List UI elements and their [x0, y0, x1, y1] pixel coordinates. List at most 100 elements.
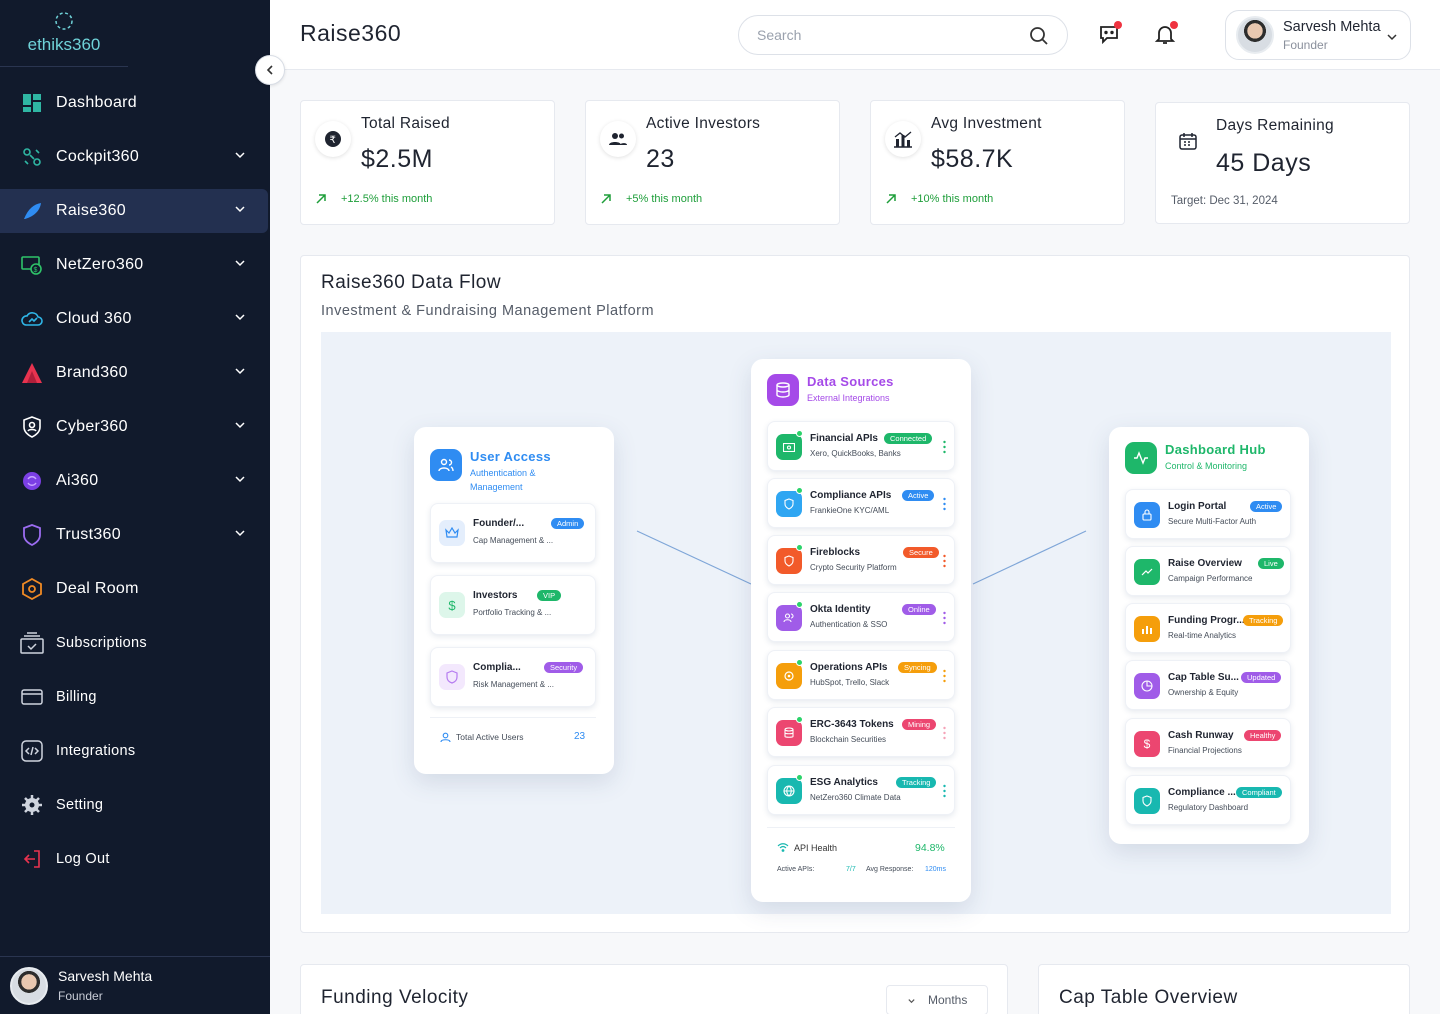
section-title: Funding Velocity — [321, 987, 469, 1008]
stat-card-active-investors: Active Investors 23 +5% this month — [585, 100, 840, 225]
item-subtitle: Blockchain Securities — [810, 735, 887, 744]
sidebar-item-label: Cockpit360 — [56, 148, 140, 165]
active-apis-label: Active APIs: — [777, 866, 815, 873]
list-item[interactable]: ESG Analytics Tracking NetZero360 Climat… — [767, 765, 955, 815]
notifications-button[interactable] — [1153, 21, 1178, 46]
user-access-card: User Access Authentication & Management F… — [414, 427, 614, 774]
avg-response-value: 120ms — [925, 866, 947, 873]
item-title: Financial APIs — [810, 433, 878, 444]
sidebar-item-cyber360[interactable]: Cyber360 — [0, 405, 268, 449]
chevron-down-icon — [1387, 34, 1397, 41]
list-item[interactable]: Complia... Security Risk Management & ..… — [430, 647, 596, 707]
users-icon — [776, 605, 802, 631]
section-title: Raise360 Data Flow — [321, 272, 502, 293]
user-role: Founder — [58, 989, 103, 1003]
stat-card-total-raised: ₹ Total Raised $2.5M +12.5% this month — [300, 100, 555, 225]
dollar-icon: $ — [439, 592, 465, 618]
chevron-down-icon — [908, 998, 915, 1003]
status-dot — [796, 544, 803, 551]
user-menu[interactable]: Sarvesh Mehta Founder — [1225, 10, 1411, 60]
status-dot — [796, 430, 803, 437]
sidebar-item-netzero360[interactable]: $ NetZero360 — [0, 243, 268, 287]
sidebar-user-profile[interactable]: Sarvesh Mehta Founder — [0, 956, 270, 1014]
period-select[interactable]: Months — [886, 985, 988, 1014]
card-title: Data Sources — [807, 374, 894, 389]
sidebar-item-trust360[interactable]: Trust360 — [0, 513, 268, 557]
status-dot — [796, 716, 803, 723]
sidebar-item-dashboard[interactable]: Dashboard — [0, 81, 268, 125]
list-item[interactable]: Okta Identity Online Authentication & SS… — [767, 592, 955, 642]
api-health-value: 94.8% — [915, 842, 945, 854]
sidebar-item-integrations[interactable]: Integrations — [0, 729, 268, 773]
sidebar-item-ai360[interactable]: Ai360 — [0, 459, 268, 503]
stat-target: Target: Dec 31, 2024 — [1171, 195, 1278, 207]
card-icon — [20, 685, 44, 709]
search-icon[interactable] — [1029, 26, 1049, 46]
search-placeholder: Search — [757, 27, 802, 43]
status-badge: Tracking — [1243, 615, 1284, 626]
sidebar-item-deal-room[interactable]: Deal Room — [0, 567, 268, 611]
more-vertical-icon[interactable] — [943, 784, 946, 798]
logout-icon — [20, 847, 44, 871]
status-badge: Tracking — [896, 777, 937, 788]
list-item[interactable]: Cap Table Su... Updated Ownership & Equi… — [1125, 660, 1291, 710]
footer-value: 23 — [574, 731, 586, 742]
item-title: Operations APIs — [810, 662, 888, 673]
list-item[interactable]: Compliance ... Compliant Regulatory Dash… — [1125, 775, 1291, 825]
pie-chart-icon — [1134, 673, 1160, 699]
list-item[interactable]: Compliance APIs Active FrankieOne KYC/AM… — [767, 478, 955, 528]
sidebar-item-raise360[interactable]: Raise360 — [0, 189, 268, 233]
more-vertical-icon[interactable] — [943, 554, 946, 568]
notification-dot — [1114, 21, 1122, 29]
status-dot — [796, 487, 803, 494]
status-badge: Security — [544, 662, 584, 673]
list-item[interactable]: Raise Overview Live Campaign Performance — [1125, 546, 1291, 596]
list-item[interactable]: $ Cash Runway Healthy Financial Projecti… — [1125, 718, 1291, 768]
sidebar-item-billing[interactable]: Billing — [0, 675, 268, 719]
list-item[interactable]: Funding Progr... Tracking Real-time Anal… — [1125, 603, 1291, 653]
sidebar-item-label: Subscriptions — [56, 635, 147, 651]
list-item[interactable]: Financial APIs Connected Xero, QuickBook… — [767, 421, 955, 471]
sidebar-item-subscriptions[interactable]: Subscriptions — [0, 621, 268, 665]
gear-icon — [20, 793, 44, 817]
item-title: Compliance ... — [1168, 787, 1236, 798]
collapse-sidebar-button[interactable] — [255, 55, 285, 85]
more-vertical-icon[interactable] — [943, 611, 946, 625]
search-input[interactable]: Search — [738, 15, 1068, 55]
more-vertical-icon[interactable] — [943, 440, 946, 454]
list-item[interactable]: $ Investors VIP Portfolio Tracking & ... — [430, 575, 596, 635]
sidebar-item-setting[interactable]: Setting — [0, 783, 268, 827]
list-item[interactable]: ERC-3643 Tokens Mining Blockchain Securi… — [767, 707, 955, 757]
sidebar: ethiks360 Dashboard Cockpit360 Raise360 … — [0, 0, 270, 1014]
cap-table-panel: Cap Table Overview — [1038, 964, 1410, 1014]
list-item[interactable]: Login Portal Active Secure Multi-Factor … — [1125, 489, 1291, 539]
list-item[interactable]: Fireblocks Secure Crypto Security Platfo… — [767, 535, 955, 585]
status-badge: Online — [902, 604, 936, 615]
stat-label: Avg Investment — [931, 115, 1042, 132]
flow-canvas: User Access Authentication & Management F… — [321, 332, 1391, 914]
chevron-left-icon — [266, 65, 273, 75]
lock-icon — [1134, 502, 1160, 528]
more-vertical-icon[interactable] — [943, 726, 946, 740]
sidebar-item-log-out[interactable]: Log Out — [0, 837, 268, 881]
stat-change: +10% this month — [911, 193, 994, 205]
select-value: Months — [928, 993, 968, 1007]
stat-label: Active Investors — [646, 115, 761, 132]
sidebar-item-label: NetZero360 — [56, 256, 144, 273]
item-subtitle: Portfolio Tracking & ... — [473, 608, 552, 617]
list-item[interactable]: Founder/... Admin Cap Management & ... — [430, 503, 596, 563]
item-title: Fireblocks — [810, 547, 861, 558]
sidebar-item-brand360[interactable]: Brand360 — [0, 351, 268, 395]
list-item[interactable]: Operations APIs Syncing HubSpot, Trello,… — [767, 650, 955, 700]
sidebar-item-cloud360[interactable]: Cloud 360 — [0, 297, 268, 341]
logo[interactable]: ethiks360 — [0, 0, 128, 67]
more-vertical-icon[interactable] — [943, 497, 946, 511]
shield-icon — [776, 548, 802, 574]
more-vertical-icon[interactable] — [943, 669, 946, 683]
chat-button[interactable] — [1097, 21, 1122, 46]
status-badge: Active — [1250, 501, 1283, 512]
sidebar-item-cockpit360[interactable]: Cockpit360 — [0, 135, 268, 179]
item-subtitle: Secure Multi-Factor Auth — [1168, 517, 1257, 526]
trend-up-icon — [316, 194, 326, 204]
avatar — [1236, 16, 1274, 54]
